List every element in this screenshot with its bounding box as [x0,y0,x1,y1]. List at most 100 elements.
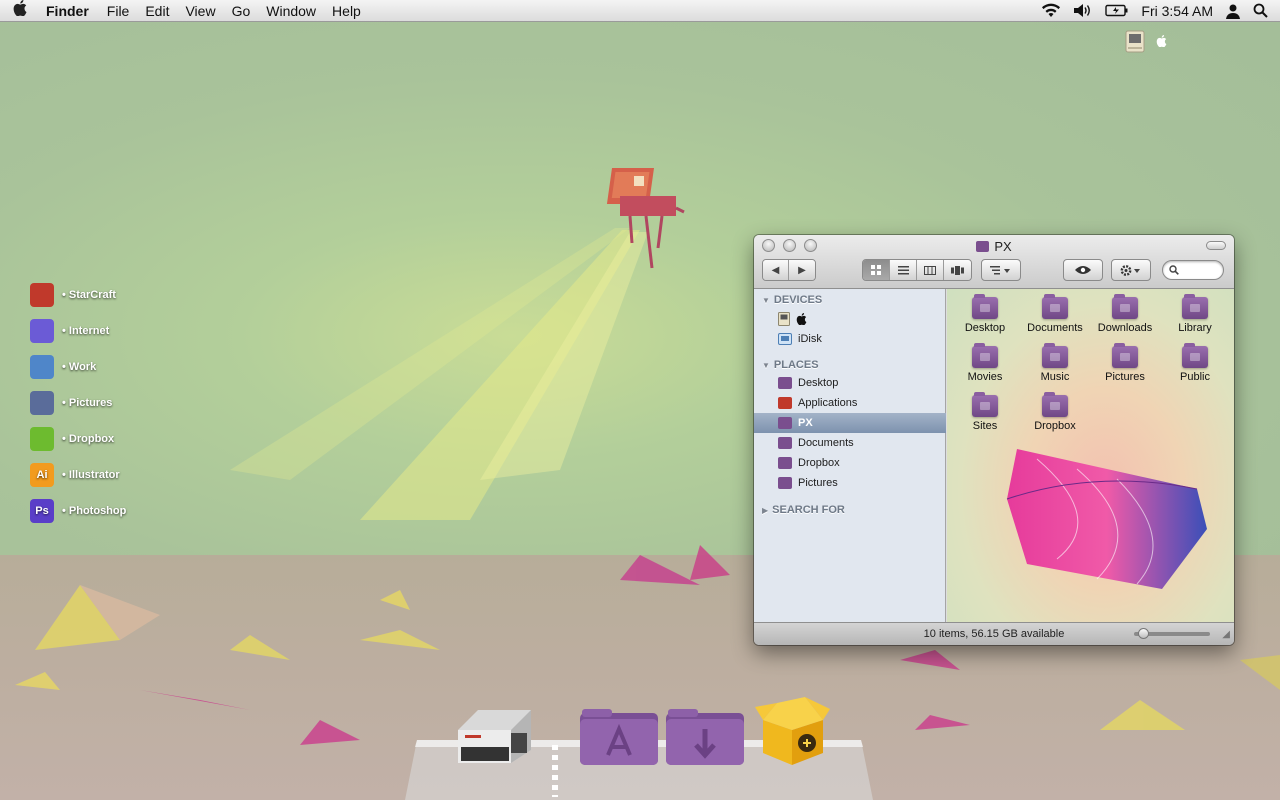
back-button[interactable]: ◀ [763,260,790,280]
desktop-shortcut[interactable]: Ps • Photoshop [30,499,126,523]
apple-menu-icon[interactable] [0,0,40,21]
dock-item-applications[interactable] [578,705,660,772]
desktop-shortcut[interactable]: Ai • Illustrator [30,463,120,487]
icon-size-slider-thumb[interactable] [1137,628,1149,639]
toolbar-toggle-button[interactable] [1206,241,1226,250]
action-menu-button[interactable] [1111,259,1151,281]
folder-item-downloads[interactable]: Downloads [1093,294,1157,334]
dock-item-downloads[interactable] [664,705,746,772]
folder-item-label: Documents [1027,322,1083,334]
sidebar-item-documents[interactable]: Documents [754,433,946,453]
sidebar-item-label: Applications [798,397,858,409]
folder-item-pictures[interactable]: Pictures [1093,343,1157,383]
spotlight-icon[interactable] [1253,3,1268,18]
menu-window[interactable]: Window [258,3,324,19]
folder-icon [1182,294,1208,319]
volume-icon[interactable] [1073,3,1093,18]
desktop-shortcut-label: • Pictures [62,397,113,409]
apple-icon [796,313,807,325]
finder-titlebar[interactable]: PX ◀ ▶ [754,235,1234,289]
folder-icon [1112,294,1138,319]
battery-icon[interactable] [1105,4,1129,17]
pictures-icon [30,391,54,415]
dock-item-nes[interactable] [453,705,533,770]
disclosure-triangle-icon[interactable]: ▼ [762,296,770,305]
desktop-shortcut[interactable]: • Pictures [30,391,112,415]
folder-icon [1112,343,1138,368]
folder-item-desktop[interactable]: Desktop [953,294,1017,334]
sidebar-item-computer[interactable] [754,309,946,329]
menu-bar: Finder File Edit View Go Window Help Fri… [0,0,1280,22]
idisk-icon [778,333,792,345]
arrange-menu-button[interactable] [981,259,1021,281]
menu-go[interactable]: Go [224,3,259,19]
dock [405,697,873,800]
sidebar-item-px[interactable]: PX [754,413,946,433]
search-field[interactable] [1162,260,1224,280]
folder-item-label: Sites [972,420,998,432]
menubar-clock[interactable]: Fri 3:54 AM [1141,3,1213,19]
applications-stack-icon [580,709,658,765]
downloads-stack-icon [666,709,744,765]
finder-content[interactable]: Desktop Documents Downloads Library Movies Mu… [947,289,1234,622]
icon-size-slider[interactable] [1134,628,1210,639]
desktop-folder-icon [778,377,792,389]
sidebar-devices-header[interactable]: ▼ DEVICES [762,294,822,306]
coverflow-view-button[interactable] [944,260,971,280]
menu-help[interactable]: Help [324,3,369,19]
disclosure-triangle-icon[interactable]: ▼ [762,361,770,370]
folder-item-documents[interactable]: Documents [1023,294,1087,334]
desktop-shortcut-label: • Illustrator [62,469,120,481]
sidebar-search-header[interactable]: ▶ SEARCH FOR [762,504,845,516]
sidebar-item-idisk[interactable]: iDisk [754,329,946,349]
menu-view[interactable]: View [177,3,223,19]
desktop-shortcut[interactable]: • Internet [30,319,109,343]
resize-grip-icon[interactable]: ◢ [1222,629,1230,640]
finder-window[interactable]: PX ◀ ▶ ▼ DEVICES iDisk ▼ PLACES Desktop … [754,235,1234,645]
disclosure-triangle-icon[interactable]: ▶ [762,506,768,515]
dock-item-package[interactable] [755,695,830,772]
folder-item-dropbox[interactable]: Dropbox [1023,392,1087,432]
folder-item-music[interactable]: Music [1023,343,1087,383]
finder-statusbar: 10 items, 56.15 GB available ◢ [754,622,1234,645]
illustrator-icon: Ai [30,463,54,487]
desktop-shortcut-label: • Work [62,361,97,373]
folder-icon [972,294,998,319]
starcraft-icon [30,283,54,307]
sidebar-item-applications[interactable]: Applications [754,393,946,413]
folder-icon [1042,392,1068,417]
package-box-icon [755,697,830,765]
finder-sidebar: ▼ DEVICES iDisk ▼ PLACES Desktop Applicat… [754,289,946,622]
quick-look-button[interactable] [1063,259,1103,281]
menu-file[interactable]: File [99,3,138,19]
desktop-shortcut[interactable]: • Work [30,355,96,379]
folder-item-sites[interactable]: Sites [953,392,1017,432]
folder-item-label: Downloads [1097,322,1153,334]
icon-view-button[interactable] [863,260,890,280]
folder-item-library[interactable]: Library [1163,294,1227,334]
folder-item-label: Pictures [1105,371,1145,383]
sidebar-places-header[interactable]: ▼ PLACES [762,359,819,371]
sidebar-item-label: PX [798,417,813,429]
sidebar-item-desktop[interactable]: Desktop [754,373,946,393]
classic-mac-icon[interactable] [1125,30,1145,54]
folder-item-movies[interactable]: Movies [953,343,1017,383]
apple-logo-icon[interactable] [1156,35,1167,50]
sidebar-item-label: Pictures [798,477,838,489]
sidebar-item-pictures[interactable]: Pictures [754,473,946,493]
desktop-shortcut[interactable]: • StarCraft [30,283,116,307]
folder-icon [1042,294,1068,319]
applications-icon [778,397,792,409]
column-view-button[interactable] [917,260,944,280]
wifi-icon[interactable] [1041,3,1061,18]
sidebar-item-label: iDisk [798,333,822,345]
folder-item-public[interactable]: Public [1163,343,1227,383]
list-view-button[interactable] [890,260,917,280]
menu-app-name[interactable]: Finder [40,3,99,19]
desktop-shortcut[interactable]: • Dropbox [30,427,114,451]
forward-button[interactable]: ▶ [789,260,815,280]
menu-edit[interactable]: Edit [137,3,177,19]
status-text: 10 items, 56.15 GB available [923,628,1065,640]
user-icon[interactable] [1225,3,1241,19]
sidebar-item-dropbox[interactable]: Dropbox [754,453,946,473]
